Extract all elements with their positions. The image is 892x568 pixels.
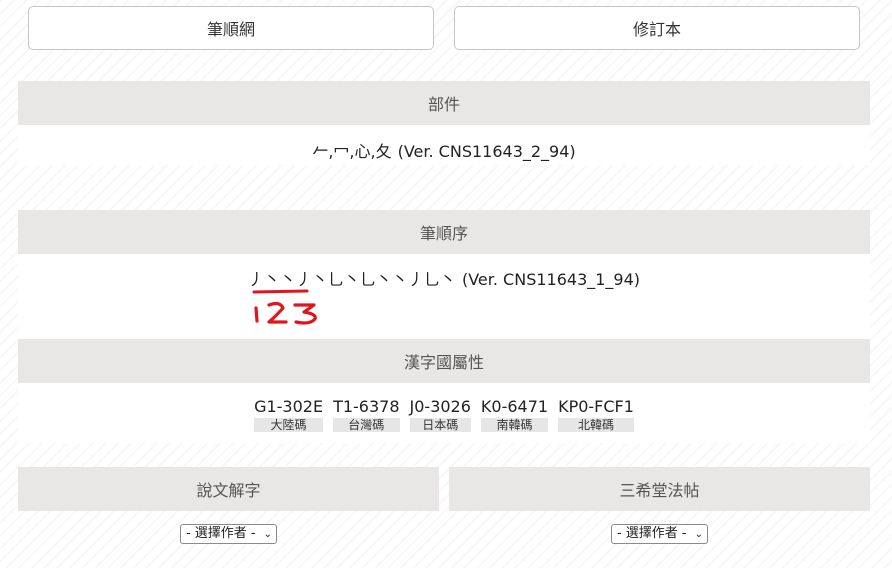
code-value: K0-6471 (480, 397, 549, 416)
shuowen-section: 說文解字 - 選擇作者 - ⌄ (18, 467, 439, 544)
sanxitang-heading: 三希堂法帖 (449, 467, 870, 511)
code-taiwan: T1-6378 台灣碼 (333, 397, 400, 432)
stroke-order-site-label: 筆順網 (206, 20, 255, 39)
components-source: (Ver. CNS11643_2_94) (397, 142, 576, 161)
code-label: 大陸碼 (254, 418, 324, 432)
code-value: G1-302E (254, 397, 324, 416)
components-line: 𠂉,冖,心,夂 (Ver. CNS11643_2_94) (18, 138, 870, 162)
revised-edition-button[interactable]: 修訂本 (454, 6, 860, 50)
components-heading: 部件 (18, 81, 870, 125)
code-label: 台灣碼 (333, 418, 400, 432)
chevron-down-icon: ⌄ (263, 529, 273, 540)
stroke-order-site-button[interactable]: 筆順網 (28, 6, 434, 50)
shuowen-author-select[interactable]: - 選擇作者 - ⌄ (179, 524, 278, 544)
sanxitang-author-select[interactable]: - 選擇作者 - ⌄ (610, 524, 709, 544)
code-label: 南韓碼 (480, 418, 549, 432)
code-south-korea: K0-6471 南韓碼 (480, 397, 549, 432)
components-value: 𠂉,冖,心,夂 (312, 142, 392, 161)
code-value: T1-6378 (333, 397, 400, 416)
shuowen-heading: 說文解字 (18, 467, 439, 511)
stroke-order-line: 丿丶丶丿丶乚丶乚丶丶丿乚丶 (Ver. CNS11643_1_94) (18, 266, 870, 290)
code-value: KP0-FCF1 (558, 397, 634, 416)
sanxitang-section: 三希堂法帖 - 選擇作者 - ⌄ (449, 467, 870, 544)
shuowen-select-value: - 選擇作者 - (185, 526, 256, 541)
stroke-order-strokes: 丿丶丶丿丶乚丶乚丶丶丿乚丶 (247, 270, 456, 289)
sanxitang-select-value: - 選擇作者 - (616, 526, 687, 541)
code-label: 日本碼 (409, 418, 471, 432)
chevron-down-icon: ⌄ (694, 529, 704, 540)
code-japan: J0-3026 日本碼 (409, 397, 471, 432)
code-north-korea: KP0-FCF1 北韓碼 (558, 397, 634, 432)
attributes-heading: 漢字國屬性 (18, 339, 870, 383)
code-mainland: G1-302E 大陸碼 (254, 397, 324, 432)
components-panel: 部件 𠂉,冖,心,夂 (Ver. CNS11643_2_94) (18, 81, 870, 165)
stroke-order-heading: 筆順序 (18, 210, 870, 254)
stroke-order-source: (Ver. CNS11643_1_94) (461, 270, 641, 289)
revised-edition-label: 修訂本 (632, 20, 681, 39)
stroke-order-panel: 筆順序 丿丶丶丿丶乚丶乚丶丶丿乚丶 (Ver. CNS11643_1_94) (18, 210, 870, 342)
attributes-codes: G1-302E 大陸碼 T1-6378 台灣碼 J0-3026 日本碼 K0-6… (18, 397, 870, 432)
handwritten-annotation (252, 289, 317, 325)
code-value: J0-3026 (409, 397, 471, 416)
attributes-panel: 漢字國屬性 G1-302E 大陸碼 T1-6378 台灣碼 J0-3026 日本… (18, 339, 870, 443)
code-label: 北韓碼 (558, 418, 634, 432)
